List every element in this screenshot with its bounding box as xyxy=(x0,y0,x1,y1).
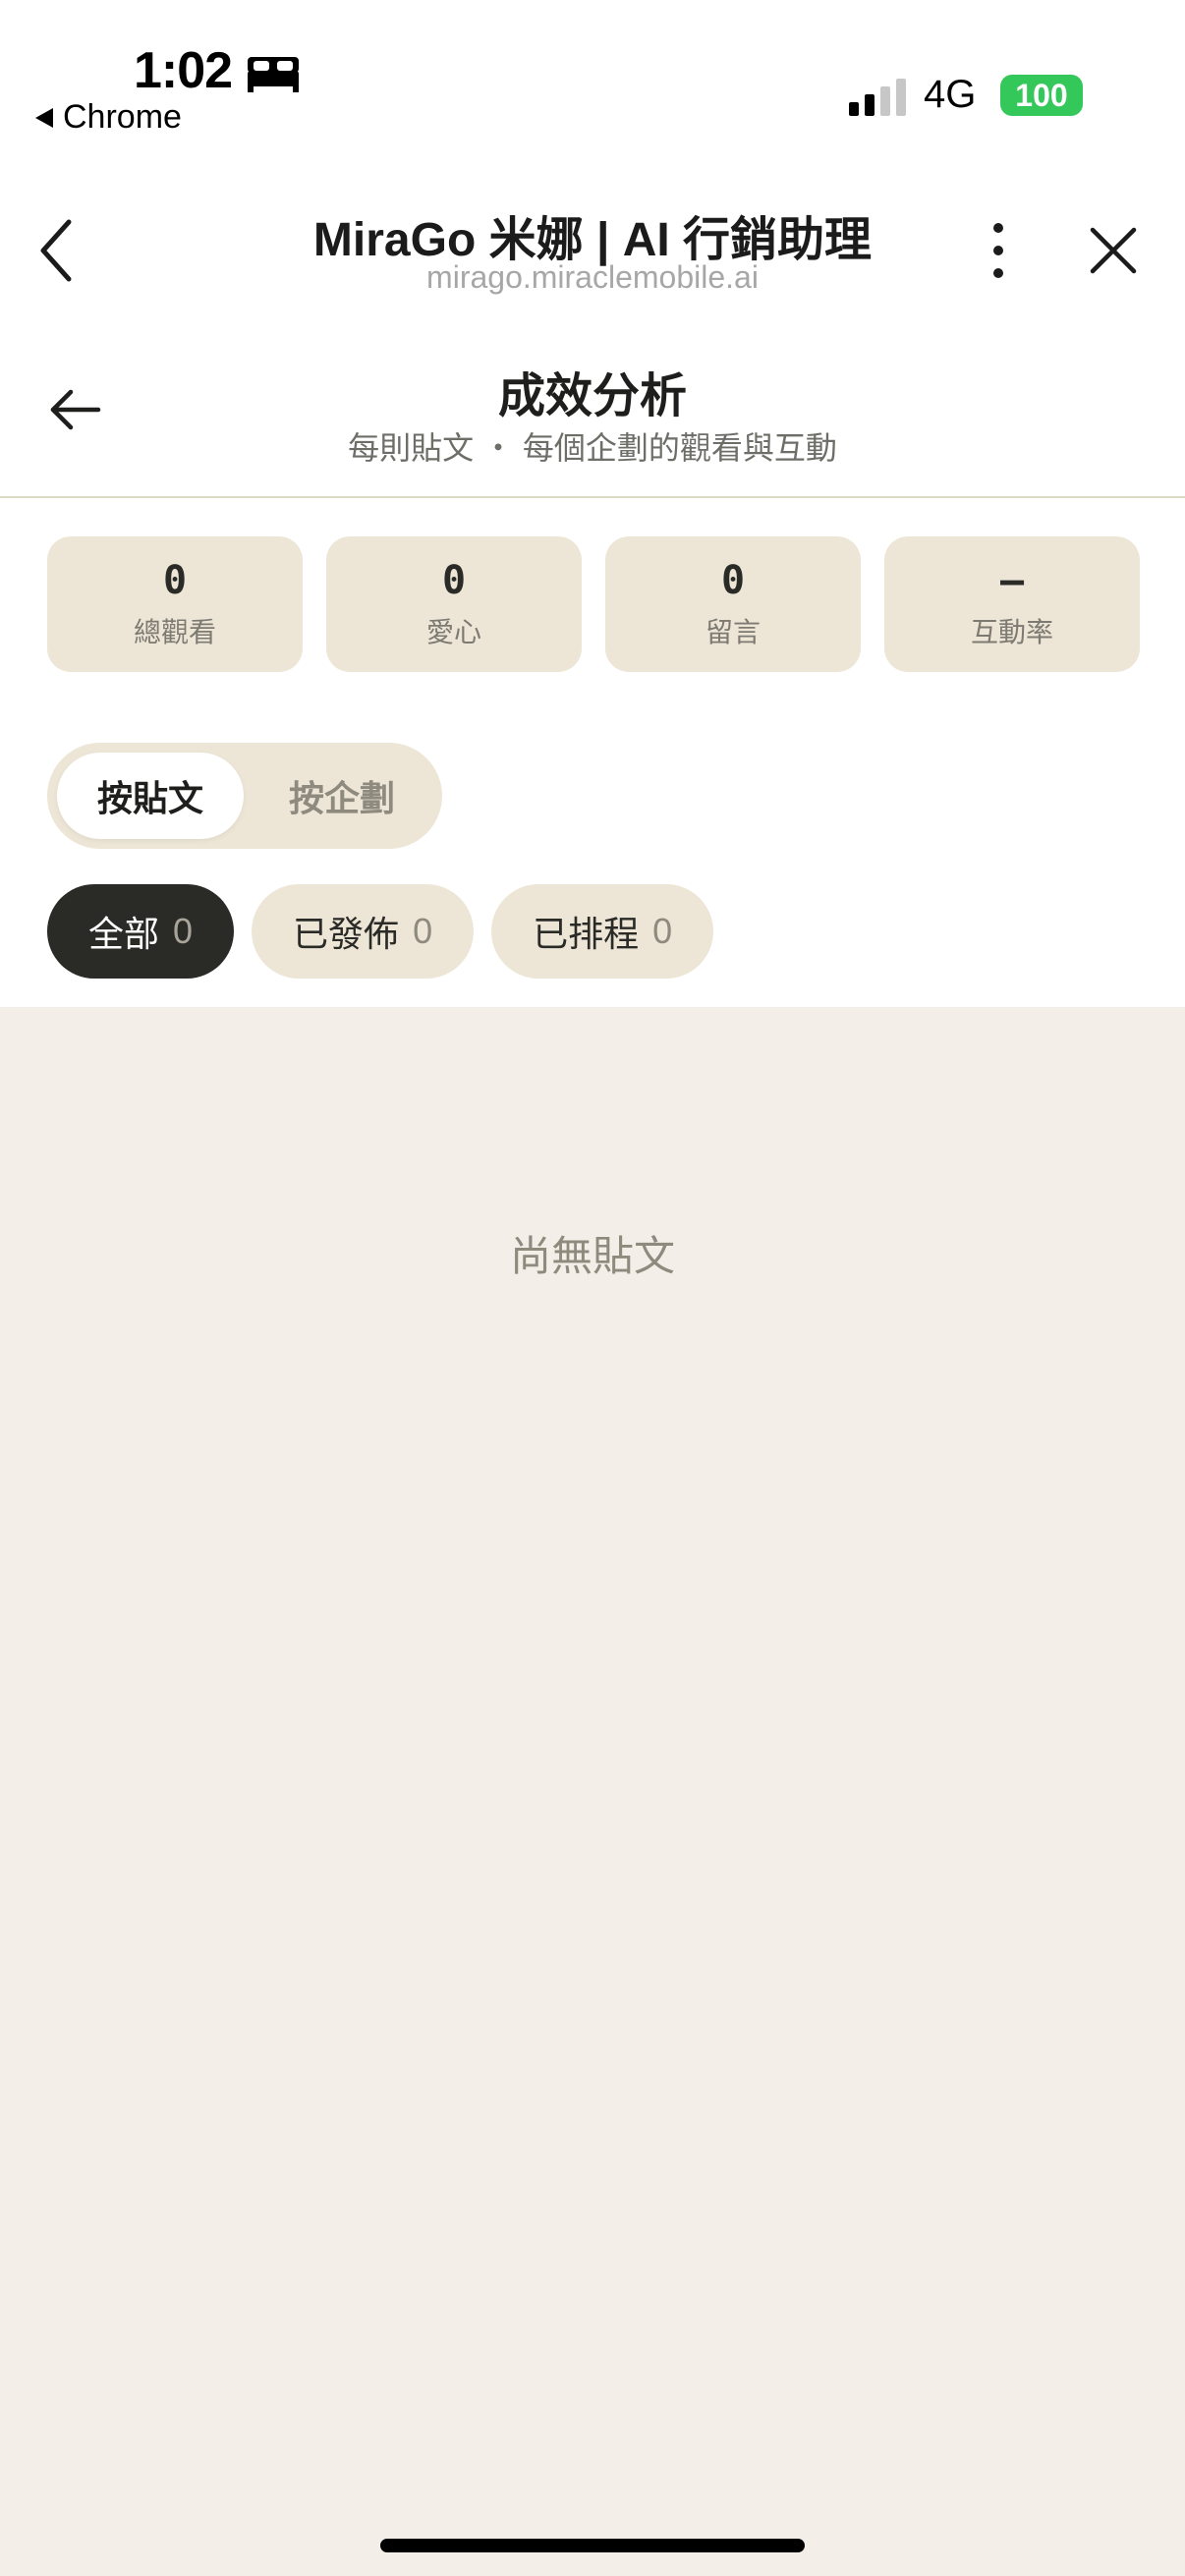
back-app-label: Chrome xyxy=(63,98,182,136)
stat-card-views: 0 總觀看 xyxy=(47,536,303,672)
filter-chip-scheduled[interactable]: 已排程 0 xyxy=(491,884,714,979)
stat-card-likes: 0 愛心 xyxy=(326,536,582,672)
close-icon[interactable] xyxy=(1089,226,1138,275)
toggle-by-post[interactable]: 按貼文 xyxy=(57,753,244,839)
filter-chips: 全部 0 已發佈 0 已排程 0 xyxy=(47,884,714,979)
back-triangle-icon xyxy=(35,107,53,128)
battery-icon: 100 xyxy=(1000,75,1083,116)
view-mode-toggle: 按貼文 按企劃 xyxy=(47,743,442,849)
home-indicator[interactable] xyxy=(380,2539,805,2552)
stat-card-engagement-rate: – 互動率 xyxy=(884,536,1140,672)
page-title: 成效分析 xyxy=(497,370,687,422)
chip-label: 已發佈 xyxy=(293,914,400,954)
status-time: 1:02 xyxy=(134,42,233,99)
chip-count: 0 xyxy=(413,911,433,951)
filter-chip-all[interactable]: 全部 0 xyxy=(47,884,235,979)
status-bar: 1:02 Chrome 4G 100 xyxy=(0,0,1185,157)
stat-value: 0 xyxy=(162,558,188,603)
bed-icon xyxy=(248,57,299,92)
stat-value: 0 xyxy=(720,558,746,603)
signal-icon xyxy=(849,79,906,116)
chip-label: 已排程 xyxy=(533,914,640,954)
chip-count: 0 xyxy=(652,911,673,951)
stat-card-comments: 0 留言 xyxy=(605,536,861,672)
page-header: 成效分析 每則貼文 ・ 每個企劃的觀看與互動 xyxy=(0,339,1185,498)
stat-label: 互動率 xyxy=(970,617,1053,647)
stats-row: 0 總觀看 0 愛心 0 留言 – 互動率 xyxy=(47,536,1140,672)
chip-count: 0 xyxy=(173,911,194,951)
back-to-app-link[interactable]: Chrome xyxy=(35,98,182,137)
chip-label: 全部 xyxy=(88,914,160,954)
battery-tip xyxy=(1075,88,1081,102)
stat-label: 留言 xyxy=(705,617,761,647)
filter-chip-published[interactable]: 已發佈 0 xyxy=(252,884,475,979)
page-subtitle: 每則貼文 ・ 每個企劃的觀看與互動 xyxy=(348,430,837,466)
stat-value: – xyxy=(999,558,1025,603)
network-label: 4G xyxy=(924,73,977,116)
stat-label: 總觀看 xyxy=(133,617,216,647)
battery-level: 100 xyxy=(1015,77,1068,113)
toggle-by-campaign[interactable]: 按企劃 xyxy=(254,753,430,839)
content-area: 尚無貼文 xyxy=(0,1007,1185,2576)
stat-value: 0 xyxy=(441,558,467,603)
stat-label: 愛心 xyxy=(425,617,481,647)
empty-state-text: 尚無貼文 xyxy=(509,1233,675,1279)
browser-header: MiraGo 米娜 | AI 行銷助理 mirago.miraclemobile… xyxy=(0,177,1185,324)
more-vertical-icon[interactable] xyxy=(979,216,1018,285)
